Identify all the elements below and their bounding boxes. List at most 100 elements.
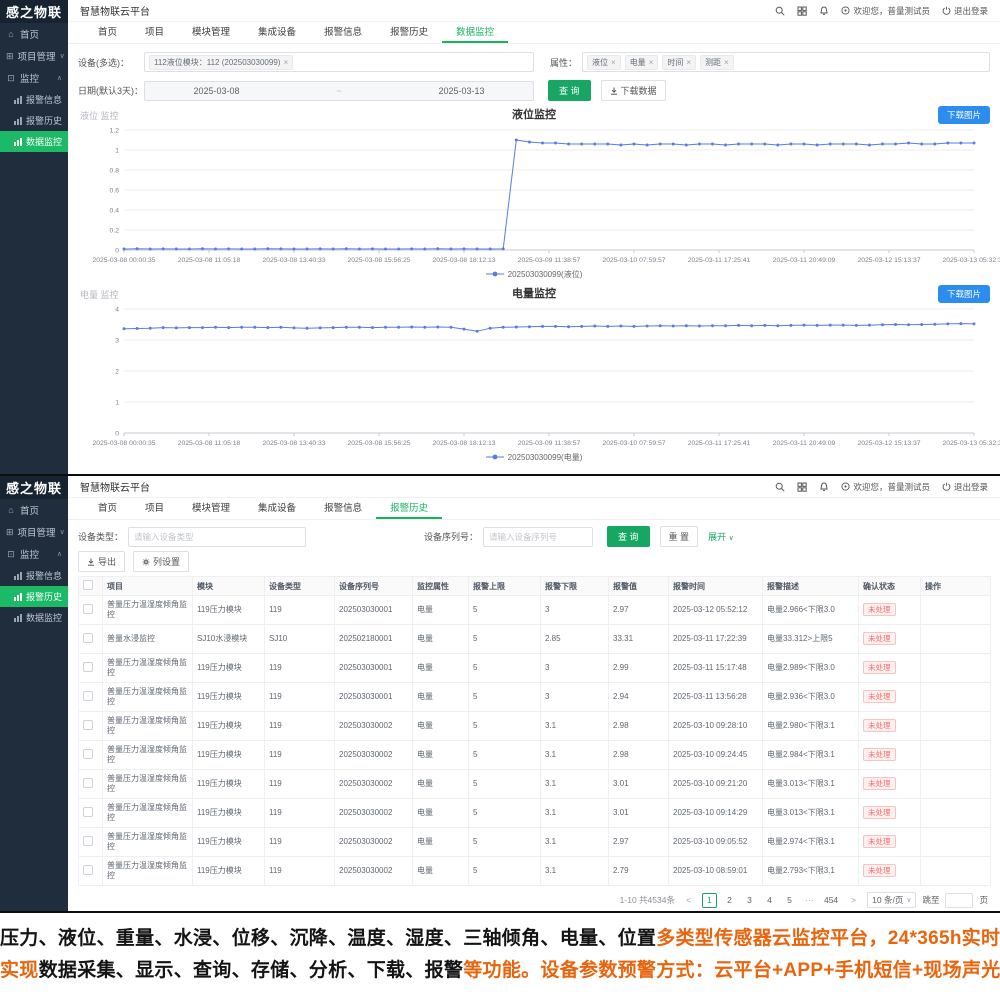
date-range-picker[interactable]: 2025-03-08 ~ 2025-03-13 <box>144 80 534 101</box>
row-checkbox[interactable] <box>83 603 93 614</box>
page-button-4[interactable]: 4 <box>762 893 777 908</box>
row-checkbox[interactable] <box>83 835 93 846</box>
page-button-3[interactable]: 3 <box>742 893 757 908</box>
cell: 电量2.974<下限3.1 <box>762 827 859 857</box>
cell: 电量2.980<下限3.1 <box>762 711 859 741</box>
query-button[interactable]: 查 询 <box>607 526 650 547</box>
row-checkbox[interactable] <box>83 806 93 817</box>
logout-button[interactable]: 退出登录 <box>942 481 988 493</box>
logout-icon <box>942 6 951 15</box>
tab-集成设备[interactable]: 集成设备 <box>244 496 310 519</box>
device-type-input[interactable] <box>128 526 307 547</box>
cell: 普量压力温湿度倾角监控 <box>102 653 193 683</box>
row-checkbox[interactable] <box>83 719 93 730</box>
tab-报警历史[interactable]: 报警历史 <box>376 20 442 43</box>
sidebar-item-数据监控[interactable]: 数据监控 <box>0 131 68 152</box>
tab-项目[interactable]: 项目 <box>131 496 178 519</box>
search-icon[interactable] <box>775 6 786 16</box>
tab-模块管理[interactable]: 模块管理 <box>178 496 244 519</box>
query-button[interactable]: 查 询 <box>548 80 591 101</box>
tab-报警信息[interactable]: 报警信息 <box>310 496 376 519</box>
attr-select-input[interactable]: 液位 × 电量 × 时间 × 测距 × <box>582 52 990 72</box>
tab-首页[interactable]: 首页 <box>84 496 131 519</box>
expand-button[interactable]: 展开 ∨ <box>708 530 734 543</box>
tab-首页[interactable]: 首页 <box>84 20 131 43</box>
page-size-select[interactable]: 10 条/页 ∨ <box>867 892 917 908</box>
prev-page-button[interactable]: < <box>681 893 696 908</box>
date-start[interactable]: 2025-03-08 <box>193 86 239 96</box>
sidebar-item-label: 监控 <box>20 74 40 85</box>
chart-legend[interactable]: 202503030099(液位) <box>78 268 990 280</box>
chart-legend[interactable]: 202503030099(电量) <box>78 451 990 463</box>
cell: 119压力模块 <box>192 740 265 770</box>
logout-button[interactable]: 退出登录 <box>942 5 988 17</box>
sidebar-item-monitor[interactable]: ⊡ 监控 ∧ <box>0 67 68 89</box>
table-row: 普量压力温湿度倾角监控 119压力模块 119 202503030001 电量 5 3 2.9… <box>78 595 991 625</box>
filter-tag: 电量 × <box>624 54 659 70</box>
tab-报警历史[interactable]: 报警历史 <box>376 496 443 519</box>
ellipsis: ··· <box>805 895 814 905</box>
next-page-button[interactable]: > <box>846 893 861 908</box>
remove-tag-icon[interactable]: × <box>611 58 616 67</box>
cell-actions <box>920 798 991 828</box>
download-image-button[interactable]: 下载图片 <box>937 106 990 124</box>
svg-text:0.8: 0.8 <box>110 167 120 174</box>
row-checkbox[interactable] <box>83 864 93 875</box>
welcome-user[interactable]: 欢迎您，普量测试员 <box>841 5 930 17</box>
row-checkbox[interactable] <box>83 777 93 788</box>
serial-input[interactable] <box>483 526 594 547</box>
sidebar-item-报警历史[interactable]: 报警历史 <box>0 110 68 131</box>
page-button-2[interactable]: 2 <box>722 893 737 908</box>
tab-项目[interactable]: 项目 <box>131 20 178 43</box>
reset-button[interactable]: 重 置 <box>659 526 699 547</box>
download-image-button[interactable]: 下载图片 <box>937 285 990 303</box>
row-checkbox[interactable] <box>83 632 93 643</box>
cell: 2.97 <box>608 827 669 857</box>
row-checkbox[interactable] <box>83 661 93 672</box>
cell: 119 <box>264 595 335 625</box>
row-checkbox[interactable] <box>83 690 93 701</box>
sidebar-item-报警信息[interactable]: 报警信息 <box>0 89 68 110</box>
column-settings-button[interactable]: 列设置 <box>133 551 190 572</box>
sidebar-item-数据监控[interactable]: 数据监控 <box>0 607 68 628</box>
download-data-button[interactable]: 下载数据 <box>600 80 666 101</box>
page-button-1[interactable]: 1 <box>701 892 717 908</box>
tab-集成设备[interactable]: 集成设备 <box>244 20 310 43</box>
cell: 2025-03-10 09:14:29 <box>668 798 763 828</box>
sidebar-item-home[interactable]: ⌂ 首页 <box>0 499 68 521</box>
select-all-checkbox[interactable] <box>83 580 93 590</box>
sidebar-item-报警历史[interactable]: 报警历史 <box>0 586 68 607</box>
page-button-5[interactable]: 5 <box>782 893 797 908</box>
sidebar-item-project[interactable]: ⊞ 项目管理 ∨ <box>0 45 68 67</box>
search-icon[interactable] <box>775 482 786 492</box>
apps-icon[interactable] <box>797 6 808 16</box>
column-header-设备序列号: 设备序列号 <box>334 576 413 596</box>
welcome-user[interactable]: 欢迎您，普量测试员 <box>841 481 930 493</box>
bell-icon[interactable] <box>819 5 829 16</box>
page-button-454[interactable]: 454 <box>822 893 840 908</box>
tab-报警信息[interactable]: 报警信息 <box>310 20 376 43</box>
export-button[interactable]: 导出 <box>78 551 126 572</box>
table-body: 普量压力温湿度倾角监控 119压力模块 119 202503030001 电量 5 3 2.9… <box>78 595 991 886</box>
cell: 5 <box>468 740 541 770</box>
tab-数据监控[interactable]: 数据监控 <box>442 20 509 43</box>
sidebar-item-home[interactable]: ⌂ 首页 <box>0 23 68 45</box>
remove-tag-icon[interactable]: × <box>686 58 691 67</box>
remove-tag-icon[interactable]: × <box>649 58 654 67</box>
sidebar-item-project[interactable]: ⊞ 项目管理 ∨ <box>0 521 68 543</box>
sidebar-item-monitor[interactable]: ⊡ 监控 ∧ <box>0 543 68 565</box>
apps-icon[interactable] <box>797 482 808 492</box>
row-checkbox[interactable] <box>83 748 93 759</box>
remove-tag-icon[interactable]: × <box>724 58 729 67</box>
jump-page-input[interactable] <box>945 892 974 908</box>
cell: 119 <box>264 798 335 828</box>
sidebar-item-报警信息[interactable]: 报警信息 <box>0 565 68 586</box>
remove-tag-icon[interactable]: × <box>283 58 288 67</box>
bell-icon[interactable] <box>819 481 829 492</box>
table-row: 普量压力温湿度倾角监控 119压力模块 119 202503030002 电量 5 3.1 2… <box>78 827 991 857</box>
svg-text:2025-03-08 18:12:13: 2025-03-08 18:12:13 <box>432 440 495 447</box>
date-end[interactable]: 2025-03-13 <box>439 86 485 96</box>
tab-模块管理[interactable]: 模块管理 <box>178 20 244 43</box>
cell: 3.1 <box>540 856 609 886</box>
device-select-input[interactable]: 112液位模块：112 (202503030099) × <box>144 52 534 72</box>
